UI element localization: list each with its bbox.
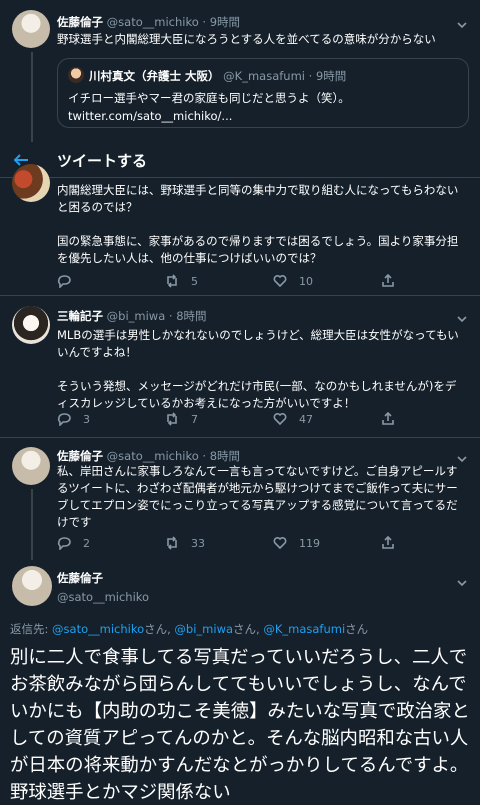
like-button[interactable]: 119	[273, 536, 320, 550]
handle[interactable]: @bi_miwa	[107, 309, 166, 323]
avatar[interactable]	[12, 447, 50, 485]
reply-to-separator: さん,	[233, 622, 264, 636]
display-name[interactable]: 佐藤倫子	[57, 449, 103, 463]
reply-to-mention[interactable]: @K_masafumi	[263, 622, 345, 636]
avatar[interactable]	[12, 566, 52, 606]
tweet-2[interactable]: 内閣総理大臣には、野球選手と同等の集中力で取り組む人になってもらわないと困るので…	[0, 164, 480, 293]
like-button[interactable]: 10	[273, 274, 313, 288]
quote-handle: @K_masafumi	[223, 69, 305, 83]
reply-button[interactable]: 3	[57, 412, 90, 426]
timestamp[interactable]: · 8時間	[202, 449, 240, 463]
reply-icon	[57, 537, 71, 550]
like-count: 47	[299, 412, 313, 426]
reply-count: 3	[83, 412, 90, 426]
quoted-tweet[interactable]: 川村真文（弁護士 大阪） @K_masafumi · 9時間 イチロー選手やマー…	[57, 58, 469, 128]
like-count: 119	[299, 536, 320, 550]
page-title: ツイートする	[57, 152, 148, 170]
chevron-down-icon[interactable]	[456, 16, 468, 29]
reply-to-mention[interactable]: @sato__michiko	[52, 622, 144, 636]
share-icon	[382, 536, 394, 549]
tweet-text: 野球選手と内閣総理大臣になろうとする人を並べてるの意味が分からない	[57, 32, 436, 46]
reply-to-prefix: 返信先:	[10, 622, 53, 636]
retweet-button[interactable]: 33	[165, 536, 205, 550]
reply-count: 2	[83, 536, 90, 550]
timestamp[interactable]: · 9時間	[202, 15, 240, 29]
tweet-actions: 5 10	[57, 274, 394, 292]
thread-line	[31, 52, 33, 142]
quote-meta: 川村真文（弁護士 大阪） @K_masafumi · 9時間	[89, 68, 346, 84]
retweet-icon	[167, 412, 177, 426]
chevron-down-icon[interactable]	[456, 450, 468, 463]
tweet-actions: 3 7 47	[57, 412, 394, 430]
chevron-down-icon[interactable]	[456, 310, 468, 323]
retweet-button[interactable]: 5	[165, 274, 198, 288]
reply-icon	[57, 413, 71, 426]
quote-display-name: 川村真文（弁護士 大阪）	[89, 69, 220, 83]
display-name[interactable]: 佐藤倫子	[57, 570, 149, 586]
like-button[interactable]: 47	[273, 412, 313, 426]
like-count: 10	[299, 274, 313, 288]
tweet-actions: 2 33 119	[57, 536, 394, 554]
tweet-4[interactable]: 佐藤倫子 @sato__michiko · 8時間 私、岸田さんに家事しろなんて…	[0, 438, 480, 560]
retweet-count: 33	[191, 536, 205, 550]
heart-icon	[273, 413, 287, 426]
handle[interactable]: @sato__michiko	[57, 590, 149, 604]
tweet-3[interactable]: 三輪記子 @bi_miwa · 8時間 MLBの選手は男性しかなれないのでしょう…	[0, 296, 480, 436]
retweet-icon	[167, 274, 177, 288]
reply-button[interactable]: 2	[57, 536, 90, 550]
retweet-count: 5	[191, 274, 198, 288]
quote-text: イチロー選手やマー君の家庭も同じだと思うよ（笑）。 twitter.com/sa…	[68, 91, 350, 123]
reply-button[interactable]	[57, 274, 71, 288]
retweet-button[interactable]: 7	[165, 412, 198, 426]
quote-avatar	[68, 67, 84, 83]
retweet-count: 7	[191, 412, 198, 426]
share-icon	[382, 412, 394, 425]
avatar[interactable]	[12, 10, 50, 48]
display-name[interactable]: 佐藤倫子	[57, 15, 103, 29]
heart-icon	[273, 275, 287, 288]
display-name[interactable]: 三輪記子	[57, 309, 103, 323]
main-tweet-text: 別に二人で食事してる写真だっていいだろうし、二人でお茶飲みながら団らんしててもい…	[10, 647, 470, 803]
handle[interactable]: @sato__michiko	[107, 15, 199, 29]
tweet-meta: 佐藤倫子 @sato__michiko	[57, 570, 149, 604]
retweet-icon	[167, 536, 177, 550]
thread-line	[31, 489, 33, 560]
reply-icon	[57, 275, 71, 288]
reply-to-separator: さん,	[144, 622, 175, 636]
share-icon	[382, 274, 394, 287]
share-button[interactable]	[381, 412, 395, 426]
tweet-text: 私、岸田さんに家事しろなんて一言も言ってないですけど。ご自身アピールするツイート…	[57, 464, 458, 529]
share-button[interactable]	[381, 274, 395, 288]
share-button[interactable]	[381, 536, 395, 550]
avatar[interactable]	[12, 306, 50, 344]
heart-icon	[273, 537, 287, 550]
tweet-meta: 三輪記子 @bi_miwa · 8時間	[57, 308, 207, 324]
tweet-meta: 佐藤倫子 @sato__michiko · 8時間	[57, 448, 240, 464]
quote-timestamp: · 9時間	[308, 69, 347, 83]
chevron-down-icon[interactable]	[456, 574, 468, 587]
reply-to-line: 返信先: @sato__michikoさん, @bi_miwaさん, @K_ma…	[10, 621, 368, 637]
handle[interactable]: @sato__michiko	[107, 449, 199, 463]
avatar[interactable]	[12, 164, 50, 202]
reply-to-suffix: さん	[345, 622, 369, 636]
tweet-meta: 佐藤倫子 @sato__michiko · 9時間	[57, 14, 240, 30]
reply-to-mention[interactable]: @bi_miwa	[174, 622, 233, 636]
tweet-text: 内閣総理大臣には、野球選手と同等の集中力で取り組む人になってもらわないと困るので…	[57, 183, 459, 265]
tweet-1[interactable]: 佐藤倫子 @sato__michiko · 9時間 野球選手と内閣総理大臣になろ…	[0, 0, 480, 142]
timestamp[interactable]: · 8時間	[169, 309, 207, 323]
tweet-text: MLBの選手は男性しかなれないのでしょうけど、総理大臣は女性がなってもいいんです…	[57, 328, 459, 410]
top-bar: ツイートする	[0, 142, 480, 178]
